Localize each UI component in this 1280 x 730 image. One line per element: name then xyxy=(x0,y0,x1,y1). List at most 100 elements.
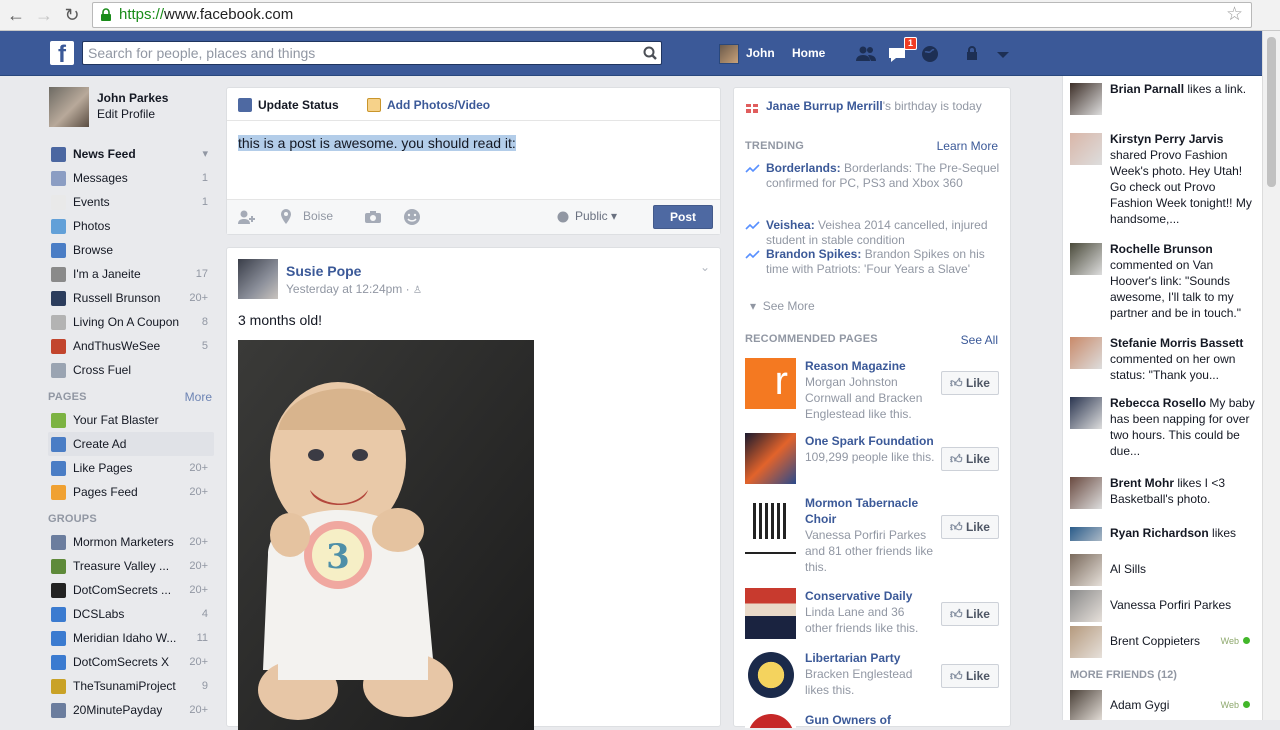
sidebar-item[interactable]: Like Pages 20+ xyxy=(48,456,214,480)
sidebar-item[interactable]: Mormon Marketers 20+ xyxy=(48,530,214,554)
sidebar-item[interactable]: Browse xyxy=(48,238,214,262)
trending-topic[interactable]: Brandon Spikes: xyxy=(766,247,861,261)
page-name-link[interactable]: Gun Owners of xyxy=(805,712,935,728)
ticker-actor-name[interactable]: Brian Parnall xyxy=(1110,82,1184,96)
page-name-link[interactable]: Libertarian Party xyxy=(805,650,935,666)
page-scrollbar[interactable] xyxy=(1262,31,1280,720)
trending-topic[interactable]: Borderlands: xyxy=(766,161,841,175)
sidebar-item[interactable]: Pages Feed 20+ xyxy=(48,480,214,504)
sidebar-item[interactable]: Create Ad xyxy=(48,432,214,456)
ticker-actor-name[interactable]: Rochelle Brunson xyxy=(1110,242,1213,256)
sidebar-item[interactable]: DotComSecrets X 20+ xyxy=(48,650,214,674)
profile-name[interactable]: John Parkes xyxy=(97,91,168,105)
chat-friend[interactable]: Adam Gygi Web xyxy=(1070,688,1256,720)
sidebar-item[interactable]: TheTsunamiProject 9 xyxy=(48,674,214,698)
birthday-reminder[interactable]: Janae Burrup Merrill's birthday is today xyxy=(766,99,982,113)
ticker-avatar[interactable] xyxy=(1070,397,1102,429)
chevron-down-icon[interactable]: ▾ xyxy=(202,142,208,166)
ticker-avatar[interactable] xyxy=(1070,243,1102,275)
ticker-actor-name[interactable]: Brent Mohr xyxy=(1110,476,1174,490)
facebook-logo[interactable]: f xyxy=(50,41,74,65)
sidebar-item[interactable]: DotComSecrets ... 20+ xyxy=(48,578,214,602)
chat-friend[interactable]: Al Sills xyxy=(1070,552,1256,588)
trending-topic[interactable]: Veishea: xyxy=(766,218,815,232)
user-avatar[interactable] xyxy=(719,44,739,64)
ticker-story[interactable]: Ryan Richardson likes xyxy=(1070,525,1256,541)
forward-icon[interactable]: → xyxy=(33,4,55,26)
scrollbar-thumb[interactable] xyxy=(1267,37,1276,187)
privacy-selector[interactable]: Public ▾ xyxy=(575,209,617,223)
page-name-link[interactable]: Reason Magazine xyxy=(805,358,935,374)
sidebar-item[interactable]: Events 1 xyxy=(48,190,214,214)
address-bar[interactable]: https://www.facebook.com ☆ xyxy=(92,2,1252,28)
post-timestamp[interactable]: Yesterday at 12:24pm · ♙ xyxy=(286,282,422,296)
see-all-link[interactable]: See All xyxy=(961,333,998,347)
ticker-actor-name[interactable]: Stefanie Morris Bassett xyxy=(1110,336,1243,350)
ticker-actor-name[interactable]: Rebecca Rosello xyxy=(1110,396,1206,410)
notifications-globe-icon[interactable] xyxy=(919,44,941,64)
home-link[interactable]: Home xyxy=(792,46,825,60)
location-label[interactable]: Boise xyxy=(303,209,333,223)
chat-friend[interactable]: Vanessa Porfiri Parkes xyxy=(1070,588,1256,624)
like-page-button[interactable]: 👍︎ Like xyxy=(941,515,999,539)
author-avatar[interactable] xyxy=(238,259,278,299)
bookmark-star-icon[interactable]: ☆ xyxy=(1226,3,1243,27)
page-picture[interactable] xyxy=(745,433,796,484)
location-pin-icon[interactable] xyxy=(279,208,293,226)
tab-update-status[interactable]: Update Status xyxy=(238,98,339,112)
chat-friend[interactable]: Brent Coppieters Web xyxy=(1070,624,1256,660)
author-name[interactable]: Susie Pope xyxy=(286,263,361,279)
friend-requests-icon[interactable] xyxy=(855,44,877,64)
search-icon[interactable] xyxy=(639,42,661,64)
back-icon[interactable]: ← xyxy=(5,4,27,26)
ticker-avatar[interactable] xyxy=(1070,133,1102,165)
sidebar-item[interactable]: DCSLabs 4 xyxy=(48,602,214,626)
ticker-avatar[interactable] xyxy=(1070,477,1102,509)
sidebar-item[interactable]: Your Fat Blaster xyxy=(48,408,214,432)
page-picture[interactable] xyxy=(745,495,796,554)
emoticon-icon[interactable] xyxy=(403,208,421,226)
trending-item[interactable]: Borderlands: Borderlands: The Pre-Sequel… xyxy=(745,161,1001,191)
sidebar-item[interactable]: I'm a Janeite 17 xyxy=(48,262,214,286)
sidebar-item[interactable]: 20MinutePayday 20+ xyxy=(48,698,214,722)
learn-more-link[interactable]: Learn More xyxy=(937,139,998,153)
sidebar-item[interactable]: Messages 1 xyxy=(48,166,214,190)
sidebar-item[interactable]: Russell Brunson 20+ xyxy=(48,286,214,310)
trending-item[interactable]: Veishea: Veishea 2014 cancelled, injured… xyxy=(745,218,1001,248)
settings-dropdown-icon[interactable] xyxy=(992,44,1014,64)
trending-item[interactable]: Brandon Spikes: Brandon Spikes on his ti… xyxy=(745,247,1001,277)
like-page-button[interactable]: 👍︎ Like xyxy=(941,602,999,626)
sidebar-item[interactable]: Photos xyxy=(48,214,214,238)
profile-picture[interactable] xyxy=(49,87,89,127)
sidebar-item[interactable]: AndThusWeSee 5 xyxy=(48,334,214,358)
reload-icon[interactable]: ↻ xyxy=(61,4,83,26)
profile-link[interactable]: John xyxy=(746,46,775,60)
search-input[interactable] xyxy=(83,42,623,64)
composer-textarea[interactable]: this is a post is awesome. you should re… xyxy=(238,135,516,151)
tab-add-photos-video[interactable]: Add Photos/Video xyxy=(367,98,490,112)
sidebar-item[interactable]: Cross Fuel xyxy=(48,358,214,382)
sidebar-item[interactable]: Meridian Idaho W... 11 xyxy=(48,626,214,650)
page-name-link[interactable]: One Spark Foundation xyxy=(805,433,935,449)
like-page-button[interactable]: 👍︎ Like xyxy=(941,664,999,688)
sidebar-item[interactable]: Treasure Valley ... 20+ xyxy=(48,554,214,578)
page-name-link[interactable]: Mormon Tabernacle Choir xyxy=(805,495,935,527)
sidebar-item[interactable]: Living On A Coupon 8 xyxy=(48,310,214,334)
ticker-avatar[interactable] xyxy=(1070,83,1102,115)
ticker-actor-name[interactable]: Kirstyn Perry Jarvis xyxy=(1110,132,1223,146)
chevron-down-icon[interactable]: ⌄ xyxy=(700,260,710,274)
edit-profile-link[interactable]: Edit Profile xyxy=(97,107,155,121)
like-page-button[interactable]: 👍︎ Like xyxy=(941,447,999,471)
like-page-button[interactable]: 👍︎ Like xyxy=(941,371,999,395)
ticker-avatar[interactable] xyxy=(1070,527,1102,541)
tag-friends-icon[interactable] xyxy=(237,209,257,225)
page-name-link[interactable]: Conservative Daily xyxy=(805,588,935,604)
page-picture[interactable] xyxy=(745,650,796,703)
page-picture[interactable]: r xyxy=(745,358,796,409)
search-box[interactable] xyxy=(82,41,662,65)
ticker-avatar[interactable] xyxy=(1070,337,1102,369)
sidebar-item[interactable]: News Feed ▾ xyxy=(48,142,214,166)
page-picture[interactable] xyxy=(745,588,796,639)
ticker-actor-name[interactable]: Ryan Richardson xyxy=(1110,526,1209,540)
camera-icon[interactable] xyxy=(364,210,382,224)
